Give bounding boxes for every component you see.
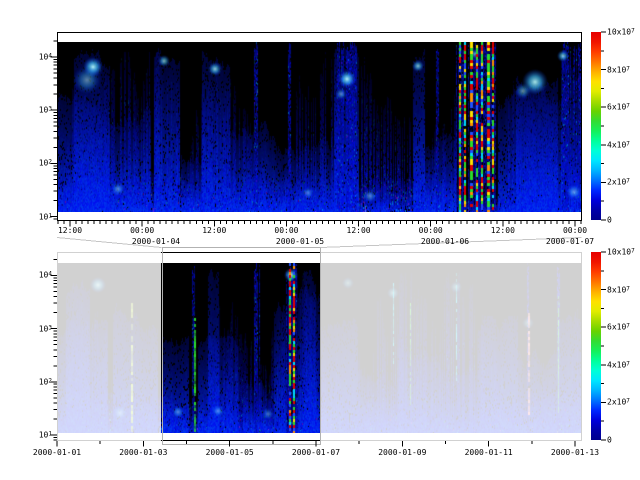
x-axis-date-label: 2000-01-11 [465,448,513,457]
colorbar-bottom [591,252,601,440]
x-axis-time-label: 00:00 [274,226,298,235]
colorbar-tick-label: 2x107 [607,398,630,407]
colorbar-tick-label: 6x107 [607,323,630,332]
colorbar-top [591,32,601,220]
x-axis-date-label: 2000-01-05 [276,237,324,246]
colorbar-tick-label: 10x107 [607,248,635,257]
spectrogram-panel-top[interactable] [57,32,582,221]
x-axis-date-label: 2000-01-09 [378,448,426,457]
colorbar-tick-label: 0 [607,436,612,445]
colorbar-tick-label: 6x107 [607,103,630,112]
x-axis-time-label: 12:00 [491,226,515,235]
colorbar-tick-label: 8x107 [607,65,630,74]
x-axis-date-label: 2000-01-13 [551,448,599,457]
dim-overlay-right [320,252,582,441]
colorbar-tick-label: 0 [607,216,612,225]
y-axis-tick-label: 103 [18,106,52,115]
x-axis-date-label: 2000-01-05 [206,448,254,457]
colorbar-tick-label: 4x107 [607,140,630,149]
y-axis-tick-label: 102 [18,377,52,386]
y-axis-tick-label: 104 [18,53,52,62]
spectrogram-canvas-top[interactable] [58,42,581,212]
y-axis-tick-label: 101 [18,212,52,221]
x-axis-date-label: 2000-01-07 [292,448,340,457]
colorbar-tick-label: 4x107 [607,360,630,369]
x-axis-date-label: 2000-01-04 [132,237,180,246]
x-axis-time-label: 12:00 [202,226,226,235]
selection-rectangle[interactable] [162,247,321,445]
y-axis-tick-label: 103 [18,324,52,333]
spectrogram-figure: 104 103 102 101 104 103 102 101 12:00 00:00 12:00 0… [0,0,640,480]
x-axis-date-label: 2000-01-03 [119,448,167,457]
colorbar-tick-label: 2x107 [607,178,630,187]
colorbar-tick-label: 10x107 [607,28,635,37]
x-axis-date-label: 2000-01-06 [421,237,469,246]
x-axis-date-label: 2000-01-01 [33,448,81,457]
colorbar-tick-label: 8x107 [607,285,630,294]
x-axis-time-label: 12:00 [347,226,371,235]
x-axis-time-label: 00:00 [419,226,443,235]
y-axis-tick-label: 104 [18,271,52,280]
y-axis-tick-label: 101 [18,431,52,440]
x-axis-date-label: 2000-01-07 [546,237,594,246]
x-axis-time-label: 00:00 [563,226,587,235]
dim-overlay-left [57,252,161,441]
y-axis-tick-label: 102 [18,159,52,168]
x-axis-time-label: 12:00 [58,226,82,235]
x-axis-time-label: 00:00 [130,226,154,235]
